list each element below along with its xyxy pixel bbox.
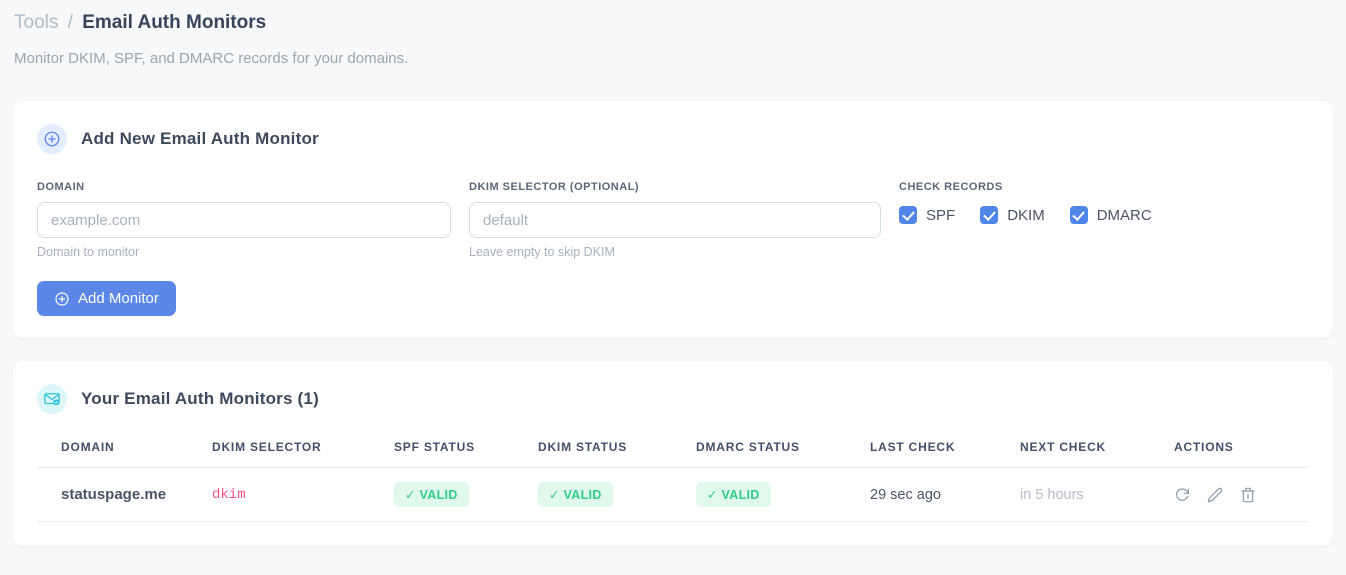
- column-header-next-check: NEXT CHECK: [1020, 440, 1174, 468]
- column-header-last-check: LAST CHECK: [870, 440, 1020, 468]
- domain-field-label: DOMAIN: [37, 181, 85, 193]
- add-monitor-button-label: Add Monitor: [78, 290, 159, 307]
- column-header-dkim-selector: DKIM SELECTOR: [212, 440, 394, 468]
- monitors-table-wrap: DOMAIN DKIM SELECTOR SPF STATUS DKIM STA…: [37, 440, 1309, 522]
- refresh-button[interactable]: [1174, 487, 1190, 503]
- dkim-checkbox-option[interactable]: DKIM: [980, 206, 1045, 224]
- email-auth-monitors-page: Tools / Email Auth Monitors Monitor DKIM…: [0, 0, 1346, 546]
- monitor-domain: statuspage.me: [37, 467, 212, 522]
- dkim-selector-field-label: DKIM SELECTOR (OPTIONAL): [469, 181, 640, 193]
- breadcrumb: Tools / Email Auth Monitors: [13, 12, 1333, 34]
- breadcrumb-tools-link[interactable]: Tools: [14, 12, 58, 33]
- page-title: Email Auth Monitors: [82, 12, 267, 33]
- dkim-selector-input[interactable]: [469, 202, 881, 238]
- delete-button[interactable]: [1240, 487, 1256, 503]
- monitor-dkim-selector: dkim: [212, 467, 394, 522]
- column-header-dmarc-status: DMARC STATUS: [696, 440, 870, 468]
- trash-icon: [1240, 487, 1256, 503]
- column-header-domain: DOMAIN: [37, 440, 212, 468]
- add-monitor-button[interactable]: Add Monitor: [37, 281, 176, 316]
- dmarc-checkbox-option[interactable]: DMARC: [1069, 206, 1152, 224]
- add-monitor-form: DOMAIN Domain to monitor DKIM SELECTOR (…: [37, 181, 1309, 259]
- monitor-actions-cell: [1174, 467, 1309, 522]
- dkim-selector-field-group: DKIM SELECTOR (OPTIONAL) Leave empty to …: [469, 181, 881, 259]
- column-header-actions: ACTIONS: [1174, 440, 1309, 468]
- add-monitor-card-title: Add New Email Auth Monitor: [81, 129, 319, 148]
- monitors-card-title: Your Email Auth Monitors (1): [81, 389, 319, 408]
- check-records-group: CHECK RECORDS SPF DKIM DMARC: [899, 181, 1177, 259]
- domain-field-helper: Domain to monitor: [37, 245, 140, 259]
- check-records-options: SPF DKIM DMARC: [899, 206, 1177, 224]
- dkim-status-badge: ✓ VALID: [538, 482, 613, 507]
- dmarc-status-badge: ✓ VALID: [696, 482, 771, 507]
- table-row: statuspage.me dkim ✓ VALID ✓ VALID ✓ VAL…: [37, 467, 1309, 522]
- dmarc-checkbox-label: DMARC: [1096, 206, 1152, 224]
- dmarc-checkbox[interactable]: [1069, 206, 1088, 224]
- monitor-last-check: 29 sec ago: [870, 467, 1020, 522]
- domain-input[interactable]: [37, 202, 451, 238]
- column-header-spf-status: SPF STATUS: [394, 440, 538, 468]
- plus-circle-icon: [54, 291, 70, 307]
- monitors-card: Your Email Auth Monitors (1) DOMAIN DKIM…: [13, 361, 1333, 546]
- dkim-checkbox-label: DKIM: [1007, 206, 1045, 224]
- spf-checkbox-label: SPF: [926, 206, 956, 224]
- dkim-selector-field-helper: Leave empty to skip DKIM: [469, 245, 615, 259]
- table-header-row: DOMAIN DKIM SELECTOR SPF STATUS DKIM STA…: [37, 440, 1309, 468]
- mail-check-icon: [37, 384, 67, 414]
- plus-circle-icon: [37, 124, 67, 154]
- edit-pencil-icon: [1207, 487, 1223, 503]
- add-monitor-card-header: Add New Email Auth Monitor: [37, 124, 1309, 154]
- spf-checkbox-option[interactable]: SPF: [899, 206, 955, 224]
- add-monitor-card: Add New Email Auth Monitor DOMAIN Domain…: [13, 101, 1333, 338]
- breadcrumb-separator: /: [67, 12, 73, 33]
- monitors-table: DOMAIN DKIM SELECTOR SPF STATUS DKIM STA…: [37, 440, 1309, 522]
- edit-button[interactable]: [1207, 487, 1223, 503]
- monitor-spf-status-cell: ✓ VALID: [394, 467, 538, 522]
- page-subtitle: Monitor DKIM, SPF, and DMARC records for…: [14, 50, 409, 67]
- refresh-icon: [1174, 487, 1190, 503]
- monitors-card-header: Your Email Auth Monitors (1): [37, 384, 1309, 414]
- dkim-checkbox[interactable]: [980, 206, 999, 224]
- monitor-dmarc-status-cell: ✓ VALID: [696, 467, 870, 522]
- spf-checkbox[interactable]: [899, 206, 917, 224]
- spf-status-badge: ✓ VALID: [394, 482, 469, 507]
- monitor-dkim-status-cell: ✓ VALID: [538, 467, 696, 522]
- check-records-label: CHECK RECORDS: [899, 181, 1003, 193]
- column-header-dkim-status: DKIM STATUS: [538, 440, 696, 468]
- monitor-next-check: in 5 hours: [1020, 467, 1174, 522]
- domain-field-group: DOMAIN Domain to monitor: [37, 181, 451, 259]
